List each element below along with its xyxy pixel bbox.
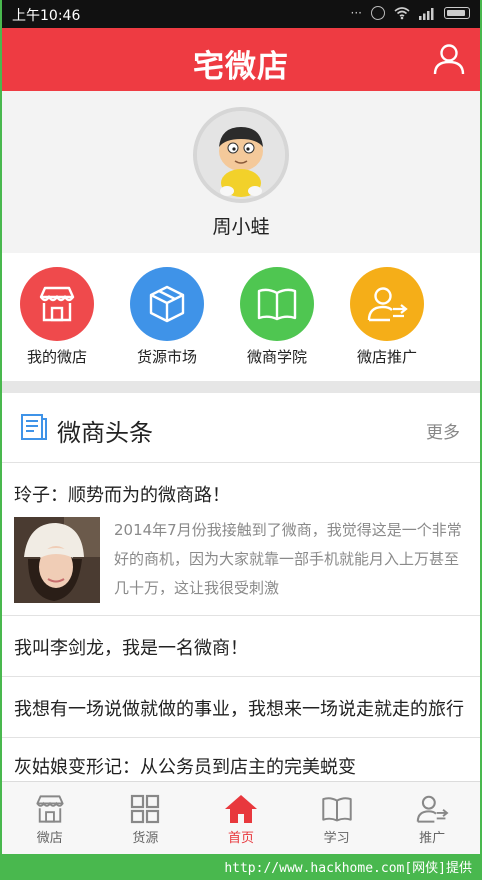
quick-item-label: 微店推广 bbox=[356, 348, 417, 366]
watermark-footer: http://www.hackhome.com[网侠]提供 bbox=[0, 854, 482, 880]
tab-promote[interactable]: 推广 bbox=[384, 782, 480, 854]
app-header: 宅微店 bbox=[2, 28, 480, 91]
status-icons: ··· bbox=[351, 6, 470, 20]
tab-label: 学习 bbox=[323, 831, 350, 846]
news-list-icon bbox=[21, 414, 47, 440]
quick-item-label: 我的微店 bbox=[26, 348, 87, 366]
status-time: 上午10:46 bbox=[12, 8, 81, 24]
profile-section: 周小蛙 bbox=[2, 91, 480, 253]
article-item[interactable]: 灰姑娘变形记：从公务员到店主的完美蜕变 bbox=[2, 739, 480, 781]
silent-icon bbox=[371, 6, 385, 20]
tab-label: 微店 bbox=[36, 831, 63, 846]
tab-label: 货源 bbox=[132, 831, 159, 846]
avatar-cat-illustration bbox=[197, 111, 285, 199]
battery-icon bbox=[444, 7, 470, 19]
news-header: 微商头条 更多 bbox=[2, 393, 480, 463]
article-title: 我叫李剑龙，我是一名微商！ bbox=[14, 638, 248, 659]
quick-menu: 我的微店 货源市场 微商学院 微店推广 bbox=[2, 253, 480, 381]
status-bar: 上午10:46 ··· bbox=[2, 0, 480, 28]
quick-item-circle bbox=[350, 267, 424, 341]
more-link[interactable]: 更多 bbox=[426, 418, 460, 443]
book-icon bbox=[321, 797, 352, 822]
quick-item-label: 货源市场 bbox=[136, 348, 197, 366]
article-thumbnail bbox=[14, 517, 100, 603]
tab-home[interactable]: 首页 bbox=[193, 782, 289, 854]
quick-item-circle bbox=[240, 267, 314, 341]
tab-study[interactable]: 学习 bbox=[289, 782, 385, 854]
news-title: 微商头条 bbox=[57, 419, 153, 447]
grid-icon bbox=[131, 794, 160, 824]
article-excerpt: 2014年7月份我接触到了微商，我觉得这是一个非常好的商机，因为大家就靠一部手机… bbox=[114, 521, 462, 597]
shop-icon bbox=[36, 795, 64, 823]
article-title: 灰姑娘变形记：从公务员到店主的完美蜕变 bbox=[14, 757, 356, 778]
tab-supply[interactable]: 货源 bbox=[98, 782, 194, 854]
promote-user-icon bbox=[416, 795, 449, 823]
page-title: 宅微店 bbox=[193, 49, 289, 85]
article-title: 我想有一场说做就做的事业，我想来一场说走就走的旅行 bbox=[14, 699, 464, 720]
quick-item-academy[interactable]: 微商学院 bbox=[222, 253, 332, 381]
signal-icon bbox=[419, 7, 434, 20]
watermark-credit: http://www.hackhome.com[网侠]提供 bbox=[224, 861, 472, 876]
shop-icon bbox=[39, 286, 75, 322]
article-item[interactable]: 我叫李剑龙，我是一名微商！ bbox=[2, 617, 480, 677]
user-profile-icon[interactable] bbox=[432, 42, 466, 76]
article-item[interactable]: 玲子：顺势而为的微商路！ 2014年7月份我接触到了微商，我觉得这是一个非常好的… bbox=[2, 464, 480, 616]
box-icon bbox=[149, 285, 185, 323]
thumbnail-photo bbox=[14, 517, 100, 603]
wifi-icon bbox=[394, 7, 410, 20]
quick-item-promote[interactable]: 微店推广 bbox=[332, 253, 442, 381]
article-title: 玲子：顺势而为的微商路！ bbox=[14, 485, 230, 506]
section-divider bbox=[2, 381, 480, 393]
tab-label: 首页 bbox=[227, 831, 254, 846]
article-item[interactable]: 我想有一场说做就做的事业，我想来一场说走就走的旅行 bbox=[2, 678, 480, 738]
avatar[interactable] bbox=[193, 107, 289, 203]
tab-shop[interactable]: 微店 bbox=[2, 782, 98, 854]
tab-label: 推广 bbox=[419, 831, 446, 846]
quick-item-supply-market[interactable]: 货源市场 bbox=[112, 253, 222, 381]
book-icon bbox=[257, 288, 297, 321]
bottom-tab-bar: 微店 货源 首页 学习 推广 bbox=[2, 781, 480, 854]
more-icon: ··· bbox=[350, 6, 362, 20]
promote-user-icon bbox=[367, 287, 408, 322]
quick-item-my-shop[interactable]: 我的微店 bbox=[2, 253, 112, 381]
quick-item-label: 微商学院 bbox=[246, 348, 307, 366]
quick-item-circle bbox=[130, 267, 204, 341]
user-name: 周小蛙 bbox=[212, 216, 270, 238]
quick-item-circle bbox=[20, 267, 94, 341]
home-icon bbox=[224, 795, 257, 823]
